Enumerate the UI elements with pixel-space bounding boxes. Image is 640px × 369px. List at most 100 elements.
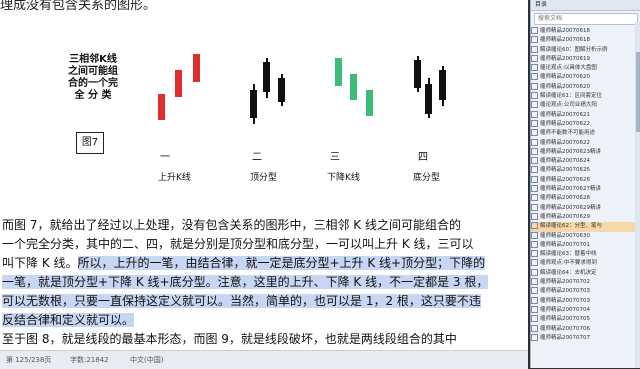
candle-red [158,94,165,120]
outline-tree: 缠师精品20070618 缠师精品20070618 解读缠论60：图解分析示例 缠师精… [531,27,640,343]
outline-item[interactable]: 缠师精品20070621 [531,110,640,120]
document-icon [531,119,538,127]
outline-item[interactable]: 缠师不能数不可能用途 [531,129,640,138]
outline-item[interactable]: 缠师精品20070701 [531,240,640,250]
outline-item-label: 缠师精品20070625 [540,167,590,174]
outline-item[interactable]: 缠师精品20070630 [531,231,640,241]
outline-item-label: 缠师精品20070620 [540,74,590,81]
paragraph-line: 至于图 8，就是线段的最基本形态，而图 9，就是线段破坏，也就是两线段组合的其中 [2,332,457,346]
language-indicator[interactable]: 中文(中国) [130,355,163,365]
outline-item[interactable]: 解读缠论61：区间套定位 [531,92,640,101]
outline-item[interactable]: 缠师精品20070706 [531,324,640,334]
candle-green [335,58,342,86]
outline-item[interactable]: 解读缠论64：去机决定 [531,268,640,278]
outline-item[interactable]: 缠师精品20070705 [531,315,640,324]
outline-item-label: 缠师精品20070622 [540,120,590,127]
outline-item-label: 缠师精品20070628 [540,195,590,202]
document-icon [531,129,538,137]
outline-item-label: 缠师精品20070629精讲 [540,204,601,211]
document-icon [531,250,538,258]
outline-item[interactable]: 缠师精品20070618 [531,36,640,45]
candle-black [439,70,446,100]
document-icon [531,194,538,202]
page-top-text: 理成没有包含关系的图形。 [0,0,157,13]
paragraph-line: 反结合律和定义就可以。 [2,311,520,330]
selected-text[interactable]: 所以，上升的一笔，由结合律，就一定是底分型+上升 K 线+顶分型；下降的 [77,256,486,270]
outline-item[interactable]: 缠师精品20070624 [531,157,640,166]
caption-number: 三 [330,152,340,163]
outline-item[interactable]: 缠师精品20070704 [531,305,640,315]
figure-description-line: 全 分 类 [74,90,112,101]
document-icon [531,64,538,72]
document-icon [531,259,538,267]
outline-item-label: 缠师精品20070705 [540,316,590,323]
document-icon [531,157,538,165]
outline-item[interactable]: 缠论观点:公司业绩大阳 [531,101,640,110]
selected-text[interactable]: 可以无数根，只要一直保持这定义就可以。当然，简单的，也可以是 1，2 根，这只要… [2,294,481,308]
outline-item[interactable]: 缠师精品20070622 [531,138,640,148]
outline-item-label: 解读缠论61：区间套定位 [540,93,602,100]
outline-item[interactable]: 缠师精品20070702 [531,278,640,287]
outline-item[interactable]: 缠师精品20070620 [531,73,640,82]
outline-item[interactable]: 缠师精品20070629 [531,212,640,222]
outline-item-label: 缠师精品20070624 [540,158,590,165]
outline-item-label: 缠师精品20070703 [540,297,590,304]
document-icon [531,296,538,304]
word-count[interactable]: 字数:21842 [70,355,109,365]
document-icon [531,110,538,118]
document-icon [531,287,538,295]
document-icon [531,315,538,323]
outline-item-label: 缠师精品20070618 [540,37,590,44]
selected-text[interactable]: 一笔，就是顶分型+下降 K 线+底分型。注意，这里的上升、下降 K 线，不一定都… [2,275,489,289]
document-icon [531,324,538,332]
document-icon [531,185,538,193]
document-icon [531,212,538,220]
search-input[interactable]: 搜索文档 [534,13,638,25]
document-icon [531,27,538,34]
panel-scrollbar[interactable] [635,22,640,368]
outline-item[interactable]: 缠师精品20070629精讲 [531,203,640,213]
outline-item[interactable]: 缠师精品20070618 [531,27,640,36]
outline-item[interactable]: 缠师精品20070627精讲 [531,185,640,194]
outline-item[interactable]: 缠师精品20070628 [531,194,640,203]
page-indicator[interactable]: 第 125/238页 [6,355,51,365]
figure-description-line: 合的一个完 [68,78,118,89]
document-icon [531,231,538,239]
outline-item[interactable]: 缠师精品20070625 [531,166,640,175]
candle-black [250,90,257,118]
outline-item-label: 缠师精品20070701 [540,241,590,248]
outline-item[interactable]: 缠论观点:以具体大盘图 [531,64,640,73]
outline-item[interactable]: 解读缠论63：替着中线 [531,250,640,259]
outline-item[interactable]: 缠师精品20070703 [531,296,640,306]
outline-item-label: 缠师精品20070626 [540,176,590,183]
document-page: 理成没有包含关系的图形。 三相邻K线 之间可能组 合的一个完 全 分 类 图7 … [0,0,528,350]
document-icon [531,222,538,230]
outline-item[interactable]: 缠师精品20070622 [531,119,640,129]
caption-label: 顶分型 [250,173,278,183]
candle-green [366,90,373,116]
document-icon [531,268,538,276]
outline-item[interactable]: 解读缠论62：分型、笔与 [531,222,640,232]
outline-item-label: 缠师精品20070703 [540,288,590,295]
outline-item-label: 解读缠论62：分型、笔与 [540,223,602,230]
outline-item[interactable]: 缠师精品20070626 [531,175,640,185]
outline-item-label: 缠师精品20070630 [540,232,590,239]
outline-item[interactable]: 缠师精品20070623精讲 [531,147,640,157]
paragraph-line: 叫下降 K 线。所以，上升的一笔，由结合律，就一定是底分型+上升 K 线+顶分型… [2,254,520,273]
outline-item[interactable]: 缠师精品20070620 [531,82,640,92]
outline-item[interactable]: 缠师精品20070703 [531,287,640,296]
outline-item[interactable]: 缠师精品20070707 [531,333,640,343]
paragraph-line: 一笔，就是顶分型+下降 K 线+底分型。注意，这里的上升、下降 K 线，不一定都… [2,273,520,292]
document-icon [531,305,538,313]
paragraph-line: 一个完全分类，其中的二、四，就是分别是顶分型和底分型，一可以叫上升 K 线，三可… [2,237,474,251]
outline-item[interactable]: 解读缠论60：图解分析示例 [531,45,640,55]
document-icon [531,36,538,44]
outline-item[interactable]: 缠师观点:中不要求得到 [531,259,640,268]
document-icon [531,138,538,146]
scrollbar-thumb[interactable] [636,52,640,132]
selected-text[interactable]: 反结合律和定义就可以。 [2,313,135,327]
outline-item[interactable]: 缠师精品20070619 [531,54,640,64]
outline-item-label: 缠师精品20070620 [540,83,590,90]
outline-item-label: 缠论观点:公司业绩大阳 [540,102,597,109]
outline-item-label: 缠师精品20070707 [540,334,590,341]
